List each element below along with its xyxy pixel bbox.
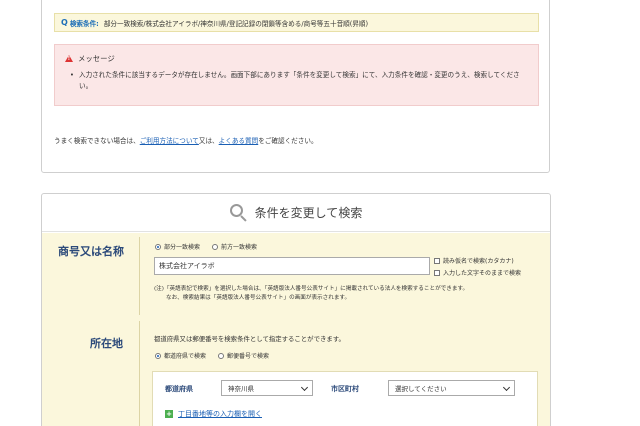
checkbox-kana[interactable]: 読み仮名で検索(カタカナ) xyxy=(434,256,521,265)
expand-link-text: 丁目番地等の入力欄を開く xyxy=(178,410,262,418)
name-options: 読み仮名で検索(カタカナ) 入力した文字そのままで検索 xyxy=(434,256,521,280)
prefecture-label: 都道府県 xyxy=(165,385,193,393)
radio-label: 部分一致検索 xyxy=(164,244,201,251)
radio-postal-code[interactable]: 郵便番号で検索 xyxy=(218,351,269,360)
radio-partial-match[interactable]: 部分一致検索 xyxy=(155,242,200,251)
location-hint: 都道府県又は郵便番号を検索条件として指定することができます。 xyxy=(154,335,345,343)
radio-dot xyxy=(212,243,219,250)
chevron-down-icon xyxy=(502,383,511,392)
radio-dot xyxy=(155,243,161,250)
prefecture-value: 神奈川県 xyxy=(228,385,254,393)
divider xyxy=(139,237,140,315)
search-icon: Q xyxy=(61,18,68,27)
radio-prefix-match[interactable]: 前方一致検索 xyxy=(212,242,257,251)
note-line: (注)「英語表記で検索」を選択した場合は、「英語版法人番号公表サイト」に掲載され… xyxy=(154,286,469,292)
help-suffix: をご確認ください。 xyxy=(258,137,318,145)
chevron-down-icon xyxy=(300,383,309,392)
search-header[interactable]: 条件を変更して検索 xyxy=(42,194,550,232)
message-box: メッセージ 入力された条件に該当するデータが存在しません。画面下部にあります「条… xyxy=(54,44,539,106)
city-select[interactable]: 選択してください xyxy=(388,380,515,396)
usage-guide-link[interactable]: ご利用方法について xyxy=(140,137,199,145)
radio-dot xyxy=(218,352,225,359)
checkbox-exact[interactable]: 入力した文字そのままで検索 xyxy=(434,268,521,277)
radio-dot xyxy=(155,352,161,359)
radio-label: 都道府県で検索 xyxy=(164,353,207,360)
city-value: 選択してください xyxy=(395,385,447,393)
location-type-radios: 都道府県で検索 郵便番号で検索 xyxy=(155,351,281,360)
help-prefix: うまく検索できない場合は、 xyxy=(54,137,140,145)
checkbox-label: 読み仮名で検索(カタカナ) xyxy=(443,258,514,265)
checkbox-box xyxy=(434,269,440,276)
magnifier-icon xyxy=(229,203,248,222)
location-label: 所在地 xyxy=(90,337,123,350)
city-label: 市区町村 xyxy=(331,385,359,393)
english-note: (注)「英語表記で検索」を選択した場合は、「英語版法人番号公表サイト」に掲載され… xyxy=(154,285,544,303)
name-input[interactable] xyxy=(154,257,430,275)
faq-link[interactable]: よくある質問 xyxy=(219,137,259,145)
search-heading: 条件を変更して検索 xyxy=(254,206,363,220)
prefecture-select[interactable]: 神奈川県 xyxy=(221,380,313,396)
checkbox-box xyxy=(434,257,440,264)
radio-label: 郵便番号で検索 xyxy=(227,353,270,360)
search-panel: 条件を変更して検索 商号又は名称 部分一致検索 前方一致検索 読み仮名で検索(カ… xyxy=(41,193,551,426)
radio-label: 前方一致検索 xyxy=(221,244,258,251)
help-line: うまく検索できない場合は、ご利用方法について又は、よくある質問をご確認ください。 xyxy=(54,135,318,145)
expand-address-link[interactable]: + 丁目番地等の入力欄を開く xyxy=(165,409,262,419)
location-select-row: 都道府県 神奈川県 市区町村 選択してください + 丁目番地等の入力欄を開く xyxy=(152,371,538,426)
match-type-radios: 部分一致検索 前方一致検索 xyxy=(155,242,269,251)
condition-label: 検索条件: xyxy=(69,19,99,28)
help-mid: 又は、 xyxy=(198,137,219,145)
search-condition-bar: Q 検索条件: 部分一致検索/株式会社アイラボ/神奈川県/登記記録の閉鎖等含める… xyxy=(54,13,539,32)
note-line: なお、検索結果は「英語版法人番号公表サイト」の画面が表示されます。 xyxy=(166,295,351,301)
name-label: 商号又は名称 xyxy=(58,245,124,258)
message-title: メッセージ xyxy=(65,53,528,64)
plus-icon: + xyxy=(165,410,173,418)
radio-prefecture[interactable]: 都道府県で検索 xyxy=(155,351,206,360)
condition-text: 部分一致検索/株式会社アイラボ/神奈川県/登記記録の閉鎖等含める/商号等五十音順… xyxy=(103,19,369,28)
result-panel: Q 検索条件: 部分一致検索/株式会社アイラボ/神奈川県/登記記録の閉鎖等含める… xyxy=(41,0,550,173)
message-text: 入力された条件に該当するデータが存在しません。画面下部にあります「条件を変更して… xyxy=(65,70,528,92)
warning-icon xyxy=(65,55,73,62)
message-title-text: メッセージ xyxy=(78,54,115,63)
checkbox-label: 入力した文字そのままで検索 xyxy=(443,270,522,277)
divider xyxy=(139,321,140,426)
